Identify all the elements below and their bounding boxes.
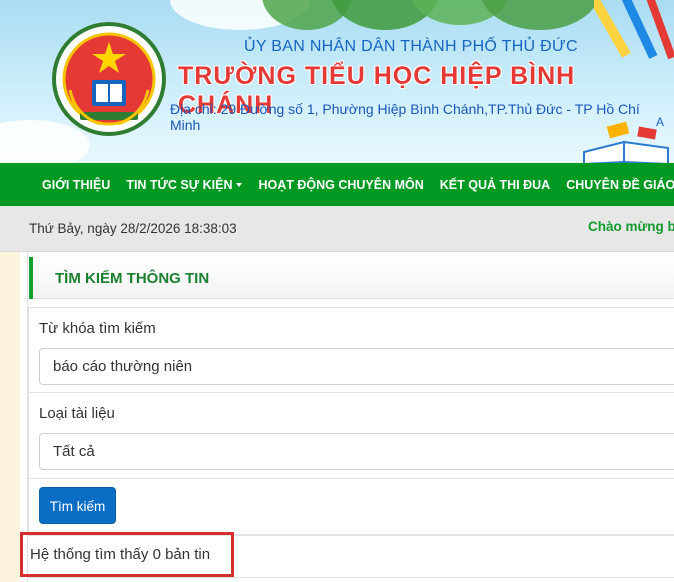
site-header: ỦY BAN NHÂN DÂN THÀNH PHỐ THỦ ĐỨC TRƯỜNG…	[0, 0, 674, 163]
keyword-group: Từ khóa tìm kiếm báo cáo thường niên	[28, 307, 674, 393]
result-highlight-box	[20, 532, 234, 577]
nav-item-label: TIN TỨC SỰ KIỆN	[126, 177, 233, 192]
button-group: Tìm kiếm	[28, 479, 674, 535]
caret-down-icon	[236, 182, 243, 187]
nav-item-label: GIỚI THIỆU	[42, 177, 111, 192]
nav-item-tin-tuc-su-kien[interactable]: TIN TỨC SỰ KIỆN	[126, 177, 243, 192]
nav-item-label: HOẠT ĐỘNG CHUYÊN MÔN	[258, 177, 424, 192]
header-authority: ỦY BAN NHÂN DÂN THÀNH PHỐ THỦ ĐỨC	[244, 38, 578, 55]
nav-item-label: CHUYÊN ĐỀ GIÁO DỤC	[566, 177, 674, 192]
left-sidebar-strip	[0, 252, 20, 582]
nav-item-label: KẾT QUẢ THI ĐUA	[439, 177, 551, 192]
books-decoration: A	[583, 115, 669, 163]
nav-item-chuyen-de-giao-duc[interactable]: CHUYÊN ĐỀ GIÁO DỤC	[566, 178, 674, 192]
school-logo-icon	[52, 22, 166, 136]
type-select[interactable]: Tất cả	[39, 433, 674, 470]
tree-decoration	[480, 0, 600, 30]
pencils-decoration	[594, 0, 674, 60]
current-date: Thứ Bảy, ngày 28/2/2026 18:38:03	[29, 221, 237, 236]
keyword-label: Từ khóa tìm kiếm	[39, 320, 156, 337]
type-label: Loại tài liệu	[39, 405, 115, 422]
keyword-input[interactable]: báo cáo thường niên	[39, 348, 674, 385]
main-nav: GIỚI THIỆU TIN TỨC SỰ KIỆN HOẠT ĐỘNG CHU…	[0, 163, 674, 206]
nav-item-gioi-thieu[interactable]: GIỚI THIỆU	[42, 178, 110, 192]
svg-text:A: A	[656, 115, 664, 129]
panel-header: TÌM KIẾM THÔNG TIN	[29, 257, 674, 299]
nav-item-ket-qua-thi-dua[interactable]: KẾT QUẢ THI ĐUA	[440, 178, 550, 192]
panel-header-accent	[29, 257, 33, 299]
type-group: Loại tài liệu Tất cả	[28, 393, 674, 479]
search-button[interactable]: Tìm kiếm	[39, 487, 116, 524]
nav-item-hoat-dong-chuyen-mon[interactable]: HOẠT ĐỘNG CHUYÊN MÔN	[258, 178, 423, 192]
welcome-marquee: Chào mừng ba	[588, 219, 674, 234]
panel-title: TÌM KIẾM THÔNG TIN	[55, 270, 210, 287]
date-bar: Thứ Bảy, ngày 28/2/2026 18:38:03 Chào mừ…	[0, 206, 674, 252]
